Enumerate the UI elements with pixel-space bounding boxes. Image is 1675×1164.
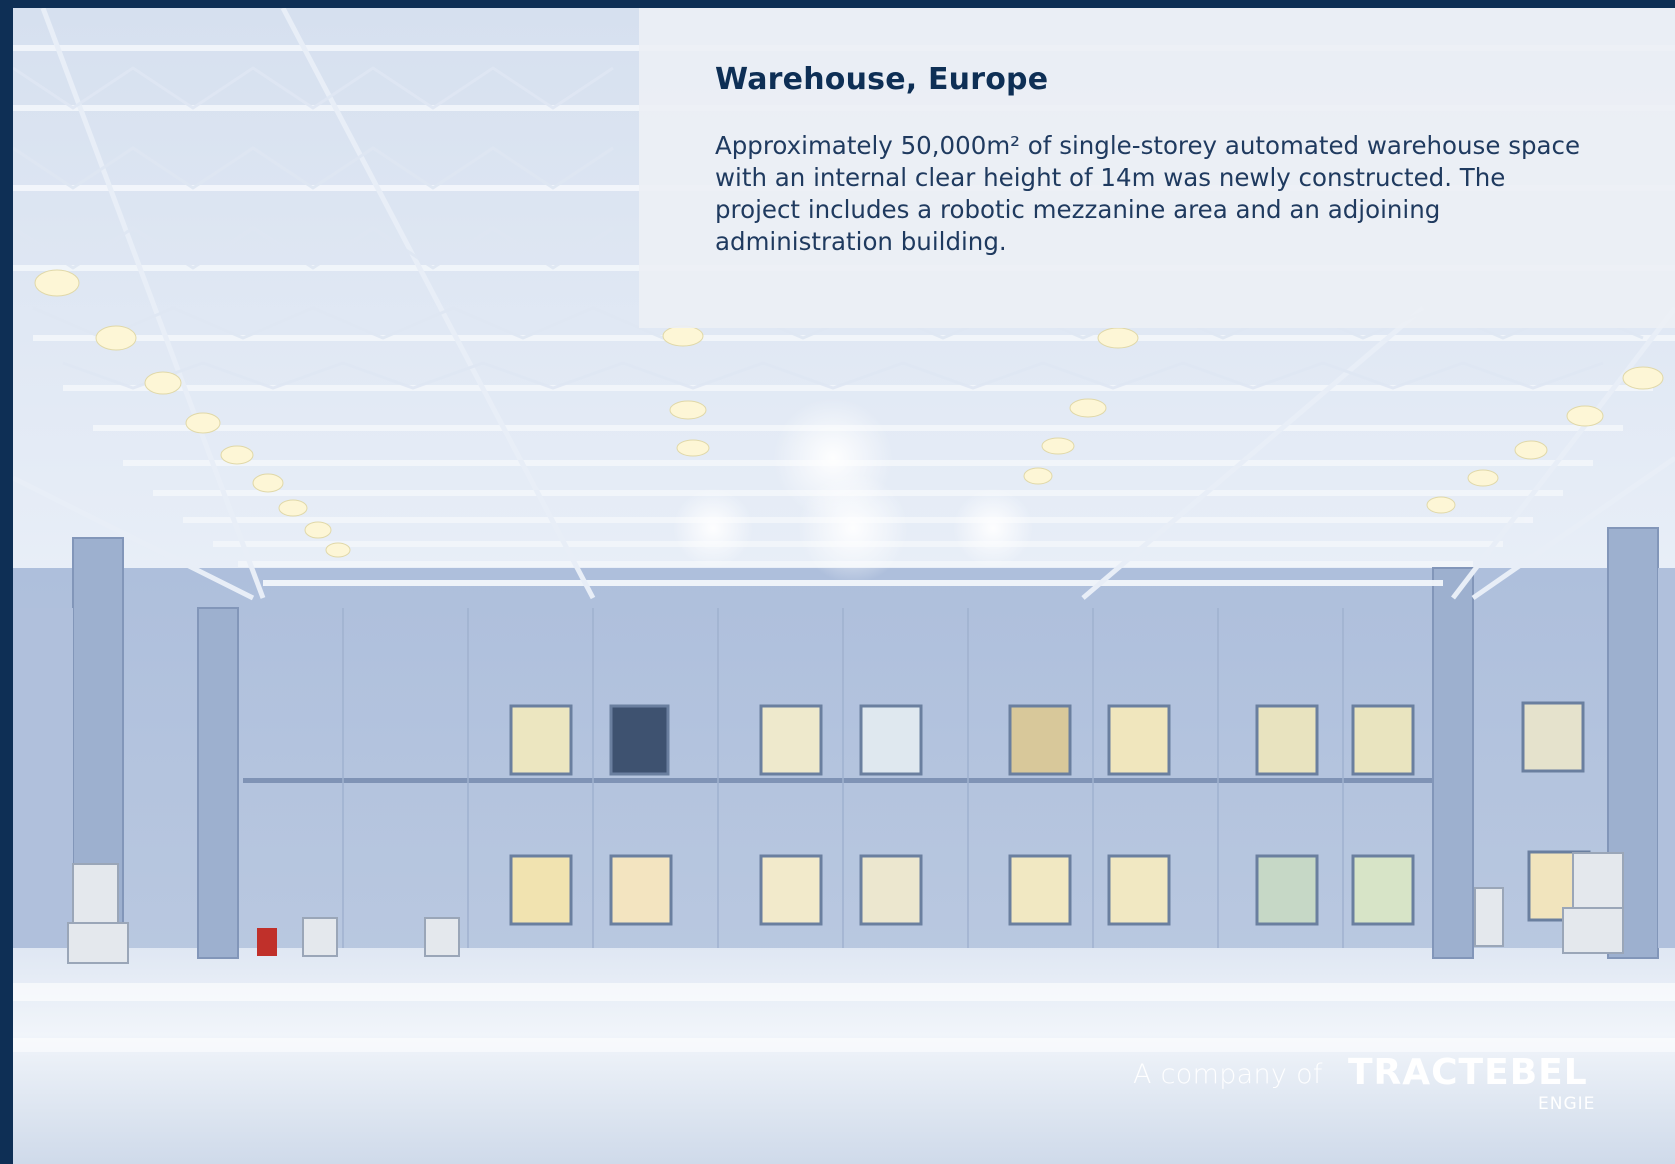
project-description: Approximately 50,000m² of single-storey … [715,131,1581,256]
brand-prefix-text: A company of [1133,1059,1323,1090]
project-info-panel: Warehouse, Europe Approximately 50,000m²… [639,8,1675,328]
engie-logo: ENGIE [1538,1094,1596,1114]
project-title: Warehouse, Europe [715,62,1049,97]
tractebel-logo: TRACTEBEL [1348,1052,1588,1093]
brand-footer: A company of TRACTEBEL ENGIE [1130,1052,1650,1132]
